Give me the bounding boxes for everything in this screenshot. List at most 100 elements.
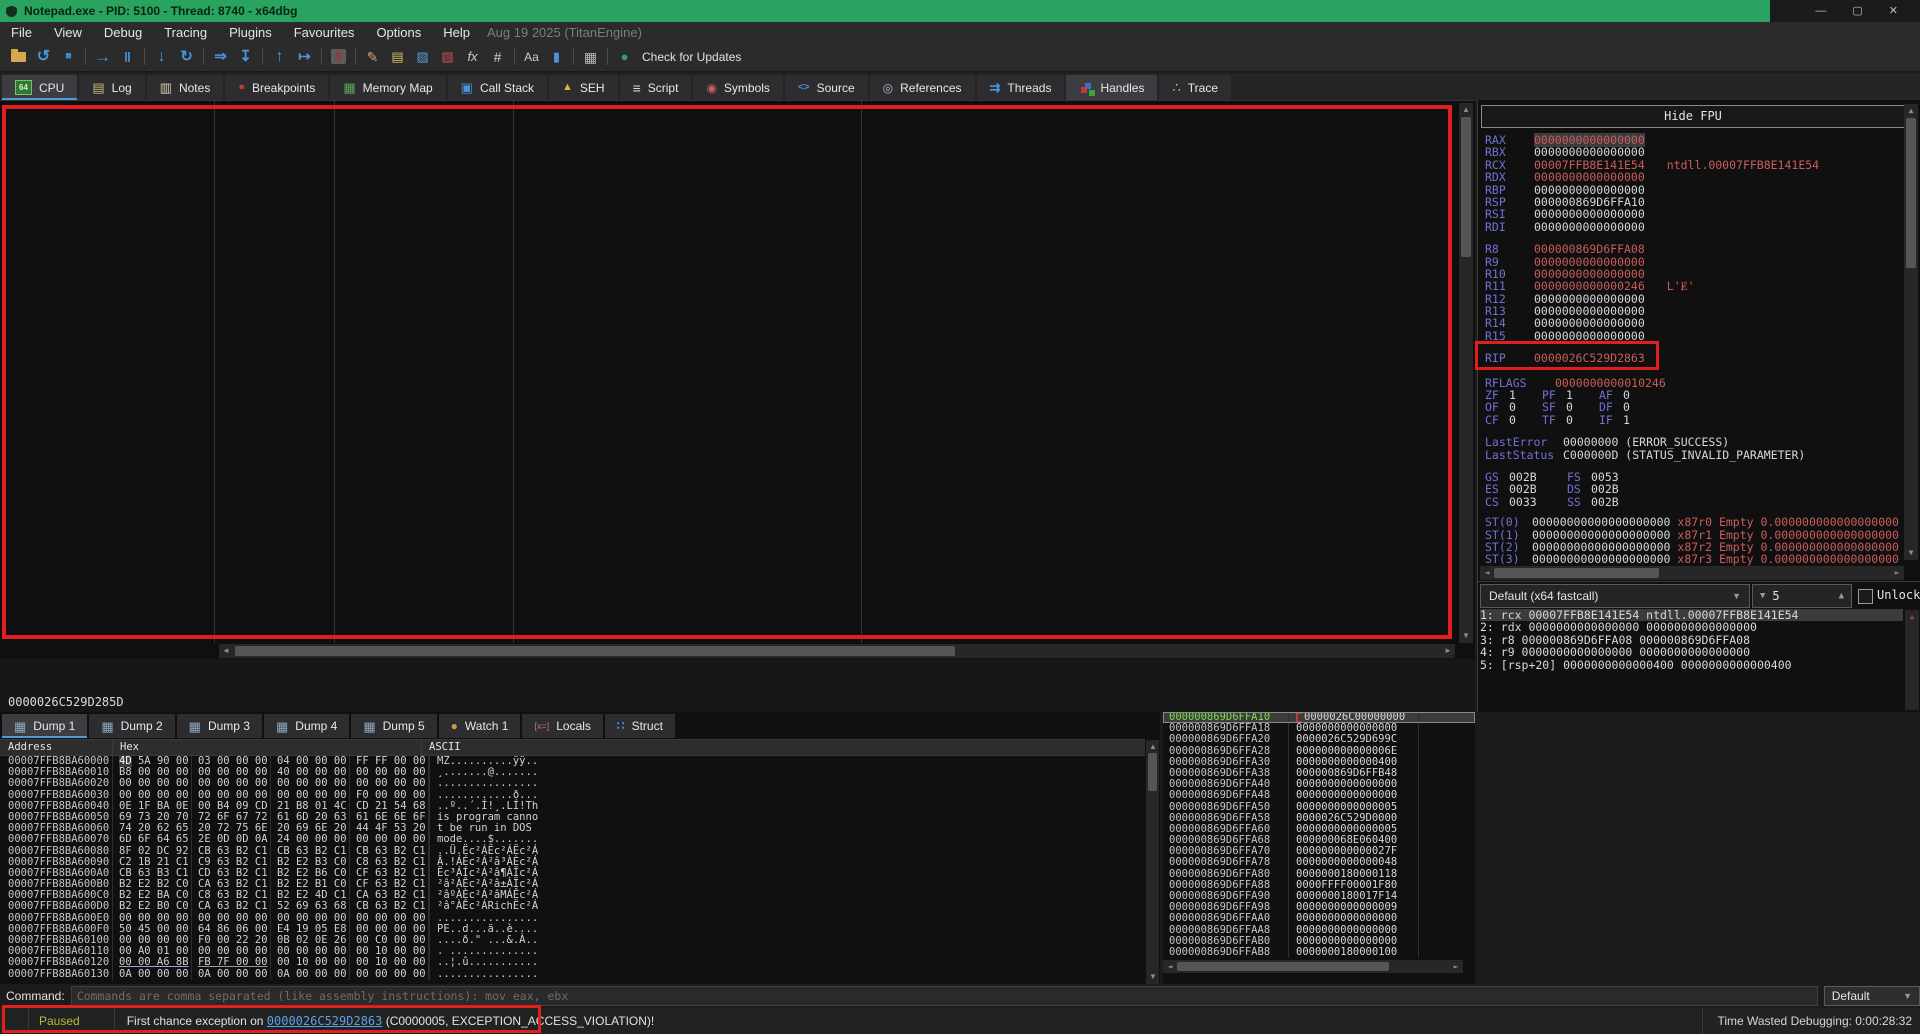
menu-item-plugins[interactable]: Plugins: [218, 25, 283, 40]
flags-row[interactable]: CF0TF0IF1: [1485, 414, 1900, 426]
spinner-down-icon[interactable]: ▼: [1753, 591, 1772, 601]
step-into-icon[interactable]: ↓: [149, 46, 174, 68]
dump-hex-group: CB 63 B2 C1: [192, 846, 271, 857]
registers-vertical-scrollbar[interactable]: ▲ ▼: [1904, 104, 1918, 560]
update-globe-icon[interactable]: ●: [612, 46, 637, 68]
execute-till-return-icon[interactable]: ↧: [233, 46, 258, 68]
dump-row[interactable]: 00007FFB8BA600706D 6F 64 652E 0D 0D 0A24…: [0, 834, 1145, 845]
tab-dump-4[interactable]: ▦Dump 4: [264, 714, 349, 738]
run-icon[interactable]: →: [90, 46, 115, 68]
tab-breakpoints[interactable]: ●Breakpoints: [225, 75, 328, 100]
menu-item-tracing[interactable]: Tracing: [153, 25, 218, 40]
stack-row[interactable]: 000000869D6FFA480000000000000000: [1163, 790, 1475, 801]
seh-chain-icon[interactable]: S: [326, 46, 351, 68]
unlocked-checkbox[interactable]: [1858, 589, 1873, 604]
stop-icon[interactable]: ■: [56, 46, 81, 68]
dump-row[interactable]: 00007FFB8BA601300A 00 00 000A 00 00 000A…: [0, 969, 1145, 980]
tab-dump-3[interactable]: ▦Dump 3: [177, 714, 262, 738]
minimize-icon[interactable]: —: [1815, 0, 1826, 22]
register-row-laststatus[interactable]: LastStatusC000000D (STATUS_INVALID_PARAM…: [1485, 449, 1900, 461]
tab-locals[interactable]: [x=]Locals: [522, 714, 602, 738]
step-out-icon[interactable]: ↑: [267, 46, 292, 68]
check-for-updates-label[interactable]: Check for Updates: [642, 50, 741, 64]
register-row-r15[interactable]: R150000000000000000: [1485, 330, 1900, 342]
dump-row[interactable]: 00007FFB8BA6002000 00 00 0000 00 00 0000…: [0, 778, 1145, 789]
registers-horizontal-scrollbar[interactable]: ◄ ►: [1480, 566, 1904, 580]
tab-memory-map[interactable]: ▦Memory Map: [330, 75, 445, 100]
run-to-user-code-icon[interactable]: ↦: [292, 46, 317, 68]
open-file-icon[interactable]: [6, 46, 31, 68]
tab-watch-1[interactable]: ●Watch 1: [439, 714, 521, 738]
exception-address-link[interactable]: 0000026C529D2863: [267, 1014, 383, 1028]
register-row-rip[interactable]: RIP0000026C529D2863: [1485, 352, 1900, 364]
menu-item-debug[interactable]: Debug: [93, 25, 153, 40]
argument-row-4[interactable]: 4: r9 0000000000000000 0000000000000000: [1480, 646, 1903, 658]
tab-dump-1[interactable]: ▦Dump 1: [2, 714, 87, 738]
restart-icon[interactable]: ↺: [31, 46, 56, 68]
dump-row[interactable]: 00007FFB8BA600808F 02 DC 92CB 63 B2 C1CB…: [0, 846, 1145, 857]
tab-struct[interactable]: ∷Struct: [605, 714, 675, 738]
stack-row[interactable]: 000000869D6FFA500000000000000005: [1163, 802, 1475, 813]
animate-into-icon[interactable]: ⇒: [208, 46, 233, 68]
calculator-icon[interactable]: ▦: [578, 46, 603, 68]
stack-horizontal-scrollbar[interactable]: ◄ ►: [1163, 960, 1463, 973]
bookmark-icon[interactable]: ▨: [435, 46, 460, 68]
dump-hex-group: FB 7F 00 00: [192, 957, 271, 968]
label-icon[interactable]: ▨: [410, 46, 435, 68]
tab-symbols[interactable]: ◉Symbols: [693, 75, 783, 100]
dump-row[interactable]: 00007FFB8BA600D0B2 E2 B0 C0CA 63 B2 C152…: [0, 901, 1145, 912]
tab-threads[interactable]: ⇉Threads: [977, 75, 1065, 100]
function-icon[interactable]: fx: [460, 46, 485, 68]
fpu-row-st3[interactable]: ST(3)00000000000000000000 x87r3 Empty 0.…: [1485, 553, 1900, 565]
flags-row[interactable]: OF0SF0DF0: [1485, 401, 1900, 413]
disassembly-panel[interactable]: ▲ ▼ ◄ ►: [0, 100, 1475, 659]
disasm-vertical-scrollbar[interactable]: ▲ ▼: [1459, 103, 1473, 643]
tab-references[interactable]: ◎References: [870, 75, 975, 100]
argument-row-5[interactable]: 5: [rsp+20] 0000000000000400 00000000000…: [1480, 659, 1903, 671]
stack-row[interactable]: 000000869D6FFA780000000000000048: [1163, 857, 1475, 868]
calling-convention-dropdown[interactable]: Default (x64 fastcall)▼: [1480, 584, 1750, 608]
tab-source[interactable]: <>Source: [785, 75, 868, 100]
segment-row[interactable]: CS0033SS002B: [1485, 496, 1900, 508]
segment-row[interactable]: GS002BFS0053: [1485, 471, 1900, 483]
segment-row[interactable]: ES002BDS002B: [1485, 483, 1900, 495]
hash-icon[interactable]: #: [485, 46, 510, 68]
assemble-icon[interactable]: Aa: [519, 46, 544, 68]
stack-row[interactable]: 000000869D6FFA200000026C529D699C: [1163, 734, 1475, 745]
patch-icon[interactable]: ✎: [360, 46, 385, 68]
menu-item-file[interactable]: File: [0, 25, 43, 40]
menu-item-help[interactable]: Help: [432, 25, 481, 40]
tab-trace[interactable]: ∴Trace: [1159, 75, 1231, 100]
disasm-horizontal-scrollbar[interactable]: ◄ ►: [219, 644, 1455, 658]
stack-row[interactable]: 000000869D6FFAA00000000000000000: [1163, 913, 1475, 924]
dump-row[interactable]: 00007FFB8BA6012000 00 A6 8BFB 7F 00 0000…: [0, 957, 1145, 968]
tab-call-stack[interactable]: ▣Call Stack: [448, 75, 547, 100]
step-over-icon[interactable]: ↻: [174, 46, 199, 68]
tab-dump-2[interactable]: ▦Dump 2: [89, 714, 174, 738]
maximize-icon[interactable]: ▢: [1852, 0, 1862, 22]
memory-device-icon[interactable]: ▮: [544, 46, 569, 68]
argument-count-spinner[interactable]: ▼ 5 ▲: [1752, 584, 1852, 608]
close-icon[interactable]: ✕: [1889, 0, 1898, 22]
tab-seh[interactable]: ▲SEH: [549, 75, 618, 100]
tab-cpu[interactable]: 64CPU: [2, 75, 77, 100]
dump-vertical-scrollbar[interactable]: ▲ ▼: [1146, 740, 1159, 984]
tab-notes[interactable]: ▥Notes: [147, 75, 224, 100]
tab-handles[interactable]: Handles: [1066, 75, 1157, 100]
menu-item-view[interactable]: View: [43, 25, 93, 40]
command-profile-dropdown[interactable]: Default▼: [1824, 986, 1920, 1006]
tab-dump-5[interactable]: ▦Dump 5: [351, 714, 436, 738]
arguments-vertical-scrollbar[interactable]: ▲: [1905, 610, 1919, 710]
spinner-up-icon[interactable]: ▲: [1832, 591, 1851, 601]
stack-row[interactable]: 000000869D6FFAB80000000180000100: [1163, 947, 1475, 958]
hide-fpu-button[interactable]: Hide FPU: [1481, 105, 1905, 128]
tab-script[interactable]: ≡Script: [620, 75, 692, 100]
command-input[interactable]: [71, 986, 1818, 1006]
menu-item-options[interactable]: Options: [365, 25, 432, 40]
register-row-rdi[interactable]: RDI0000000000000000: [1485, 221, 1900, 233]
pause-icon[interactable]: ‖: [115, 46, 140, 68]
tab-log[interactable]: ▤Log: [79, 75, 144, 100]
comment-icon[interactable]: ▤: [385, 46, 410, 68]
menu-item-favourites[interactable]: Favourites: [283, 25, 366, 40]
argument-row-2[interactable]: 2: rdx 0000000000000000 0000000000000000: [1480, 621, 1903, 633]
